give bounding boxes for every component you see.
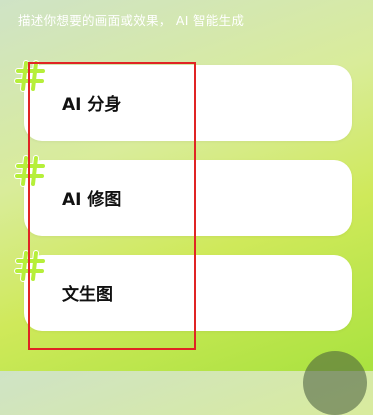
card-label: AI 分身: [62, 95, 122, 115]
ai-retouch-card[interactable]: AI 修图: [14, 155, 352, 236]
prompt-description: 描述你想要的画面或效果， AI 智能生成: [18, 13, 245, 28]
ai-avatar-card[interactable]: AI 分身: [14, 60, 352, 141]
hash-icon: [14, 60, 46, 92]
hash-icon: [14, 250, 46, 282]
card-label: AI 修图: [62, 190, 122, 210]
hash-icon: [14, 155, 46, 187]
text-to-image-card[interactable]: 文生图: [14, 250, 352, 331]
floating-action-button[interactable]: [303, 351, 367, 415]
card-label: 文生图: [62, 285, 113, 305]
